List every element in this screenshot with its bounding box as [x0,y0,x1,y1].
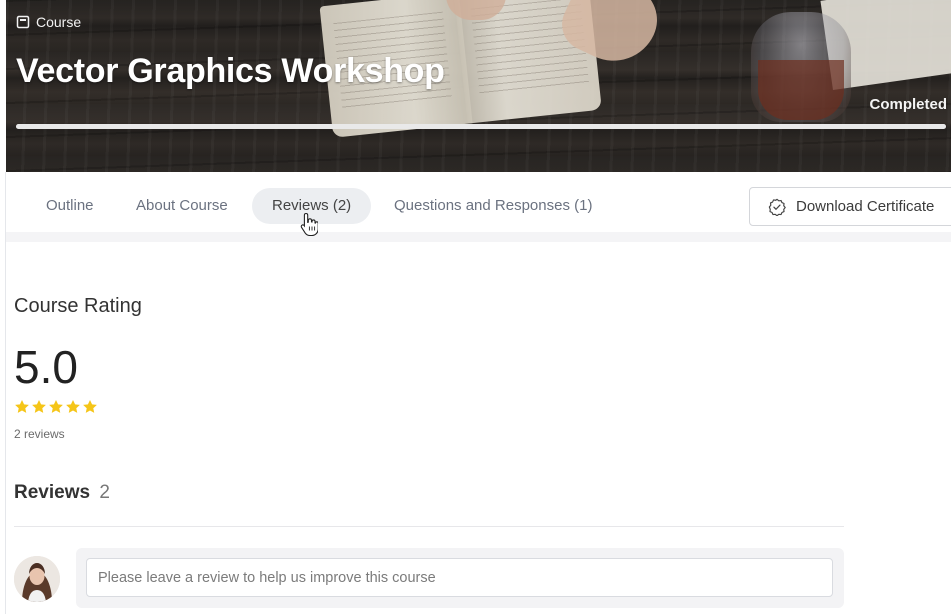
hero-drink-shape [758,60,844,120]
reviews-heading-text: Reviews [14,482,91,503]
tab-outline[interactable]: Outline [26,188,114,224]
reviews-heading-count: 2 [99,482,110,503]
star-icon [66,399,80,413]
review-count-label: 2 reviews [14,427,65,441]
progress-bar [16,124,946,129]
rating-stars [14,399,98,415]
tab-about-course[interactable]: About Course [116,188,248,224]
content-left-border [5,172,6,614]
reviews-divider [14,526,844,527]
hand-pointer-cursor-icon [300,212,318,236]
star-icon [49,399,63,413]
review-compose-box [76,548,844,608]
review-input[interactable] [86,558,833,597]
download-certificate-button[interactable]: Download Certificate [749,187,951,226]
progress-bar-fill [16,124,946,129]
rating-value: 5.0 [14,341,78,393]
reviews-heading: Reviews 2 [14,482,110,504]
book-icon [16,15,30,29]
avatar [14,556,60,602]
course-title: Vector Graphics Workshop [16,52,445,90]
course-type-text: Course [36,14,82,30]
download-certificate-label: Download Certificate [796,198,935,215]
star-icon [15,399,29,413]
course-type-label: Course [16,14,81,30]
course-rating-title: Course Rating [14,295,142,317]
star-icon [83,399,97,413]
completion-status: Completed [869,96,947,113]
tab-questions-and-responses[interactable]: Questions and Responses (1) [374,188,612,224]
user-avatar-icon [14,556,60,602]
badge-check-icon [768,198,786,216]
star-icon [32,399,46,413]
course-hero-banner: Course Vector Graphics Workshop Complete… [6,0,951,172]
